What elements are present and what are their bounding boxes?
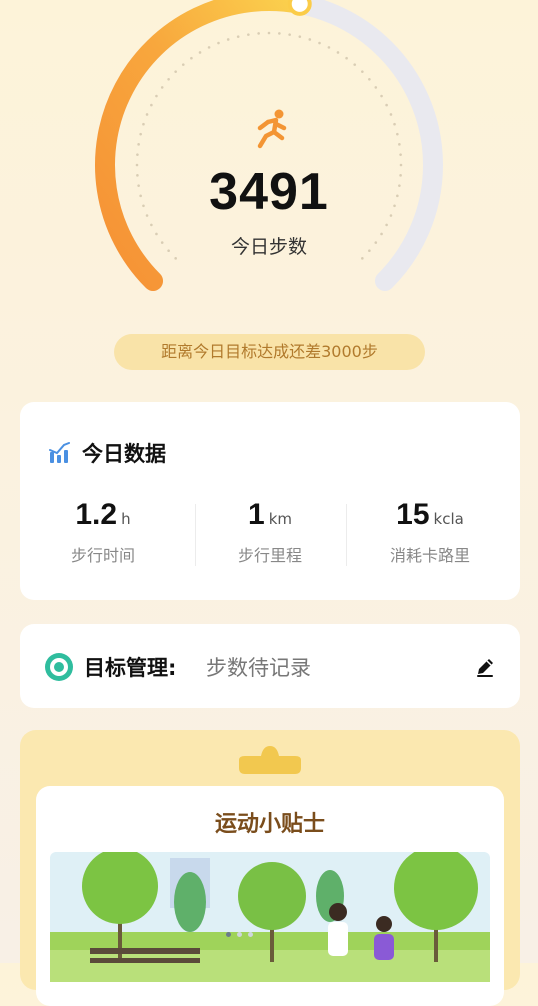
gauge-tick-dot bbox=[327, 46, 331, 49]
target-label: 目标管理: bbox=[84, 656, 177, 680]
gauge-tick-dot bbox=[160, 86, 164, 89]
today-data-title: 今日数据 bbox=[82, 442, 166, 466]
gauge-tick-dot bbox=[389, 113, 393, 116]
gauge-tick-dot bbox=[308, 38, 312, 41]
target-management-card[interactable]: 目标管理: 步数待记录 bbox=[20, 624, 520, 708]
gauge-tick-dot bbox=[267, 31, 271, 35]
step-count: 3491 bbox=[209, 163, 329, 221]
stat-value: 15 bbox=[396, 498, 430, 531]
target-value: 步数待记录 bbox=[206, 656, 311, 680]
gauge-tick-dot bbox=[150, 103, 153, 107]
pencil-edit-icon[interactable] bbox=[474, 656, 496, 678]
gauge-tick-dot bbox=[288, 33, 291, 36]
carousel-dot[interactable] bbox=[237, 932, 242, 937]
gauge-tick-dot bbox=[374, 86, 378, 89]
gauge-tick-dot bbox=[150, 223, 153, 227]
running-person-icon bbox=[257, 109, 287, 149]
gauge-tick-dot bbox=[385, 223, 388, 227]
stat-value: 1.2 bbox=[75, 498, 118, 531]
gauge-tick-dot bbox=[361, 70, 364, 73]
gauge-tick-dot bbox=[217, 41, 220, 45]
gauge-tick-dot bbox=[257, 32, 260, 35]
bar-chart-icon bbox=[49, 442, 70, 463]
stat-walk-time: 1.2 h 步行时间 bbox=[20, 498, 186, 566]
gauge-tick-dot bbox=[345, 56, 348, 60]
gauge-tick-dot bbox=[236, 35, 240, 38]
stat-label: 步行时间 bbox=[70, 546, 135, 565]
gauge-tick-dot bbox=[385, 103, 388, 107]
gauge-tick-dot bbox=[181, 63, 185, 66]
gauge-tick-dot bbox=[298, 35, 302, 38]
gauge-tick-dot bbox=[137, 143, 140, 146]
gauge-tick-dot bbox=[336, 51, 340, 54]
gauge-tick-dot bbox=[368, 77, 371, 81]
tips-title: 运动小贴士 bbox=[214, 812, 325, 837]
gauge-tick-dot bbox=[247, 33, 250, 36]
carousel-indicator bbox=[226, 932, 253, 937]
gauge-tick-dot bbox=[393, 122, 396, 126]
goal-remaining-badge: 距离今日目标达成还差3000步 bbox=[114, 334, 425, 370]
gauge-tick-dot bbox=[139, 132, 142, 136]
gauge-tick-dot bbox=[226, 38, 230, 41]
gauge-tick-dot bbox=[318, 41, 321, 45]
stat-label: 步行里程 bbox=[237, 546, 302, 565]
gauge-tick-dot bbox=[278, 32, 281, 35]
gauge-tick-dot bbox=[398, 143, 401, 146]
sports-tips-section: 运动小贴士 bbox=[20, 730, 520, 1006]
stat-unit: kcla bbox=[433, 510, 464, 528]
gauge-tick-dot bbox=[174, 70, 177, 73]
gauge-tick-dot bbox=[190, 56, 193, 60]
gauge-tick-dot bbox=[207, 46, 211, 49]
gauge-tick-dot bbox=[353, 63, 357, 66]
target-circle-icon bbox=[45, 653, 73, 681]
gauge-tick-dot bbox=[399, 153, 402, 156]
gauge-tick-dot bbox=[145, 113, 149, 116]
gauge-tick-dot bbox=[155, 94, 158, 98]
gauge-tick-dot bbox=[380, 94, 383, 98]
stat-unit: h bbox=[121, 510, 131, 528]
gauge-tick-dot bbox=[198, 51, 202, 54]
carousel-dot[interactable] bbox=[248, 932, 253, 937]
stat-value: 1 bbox=[248, 498, 265, 531]
stat-calories: 15 kcla 消耗卡路里 bbox=[347, 498, 513, 566]
stat-unit: km bbox=[268, 510, 292, 528]
gauge-tick-dot bbox=[167, 77, 170, 81]
gauge-knob bbox=[287, 0, 312, 16]
gauge-tick-dot bbox=[136, 153, 139, 156]
tips-hanger-decoration bbox=[239, 746, 301, 774]
gauge-tick-dot bbox=[142, 122, 145, 126]
today-data-card: 今日数据 1.2 h 步行时间 1 km 步行里程 15 kcla 消耗卡路里 bbox=[20, 402, 520, 600]
stat-label: 消耗卡路里 bbox=[389, 546, 470, 565]
step-count-label: 今日步数 bbox=[230, 236, 307, 258]
gauge-tick-dot bbox=[396, 132, 399, 136]
stat-walk-distance: 1 km 步行里程 bbox=[187, 498, 353, 566]
tips-card[interactable]: 运动小贴士 bbox=[36, 786, 504, 1006]
today-data-header: 今日数据 bbox=[48, 438, 166, 468]
carousel-dot[interactable] bbox=[226, 932, 231, 937]
